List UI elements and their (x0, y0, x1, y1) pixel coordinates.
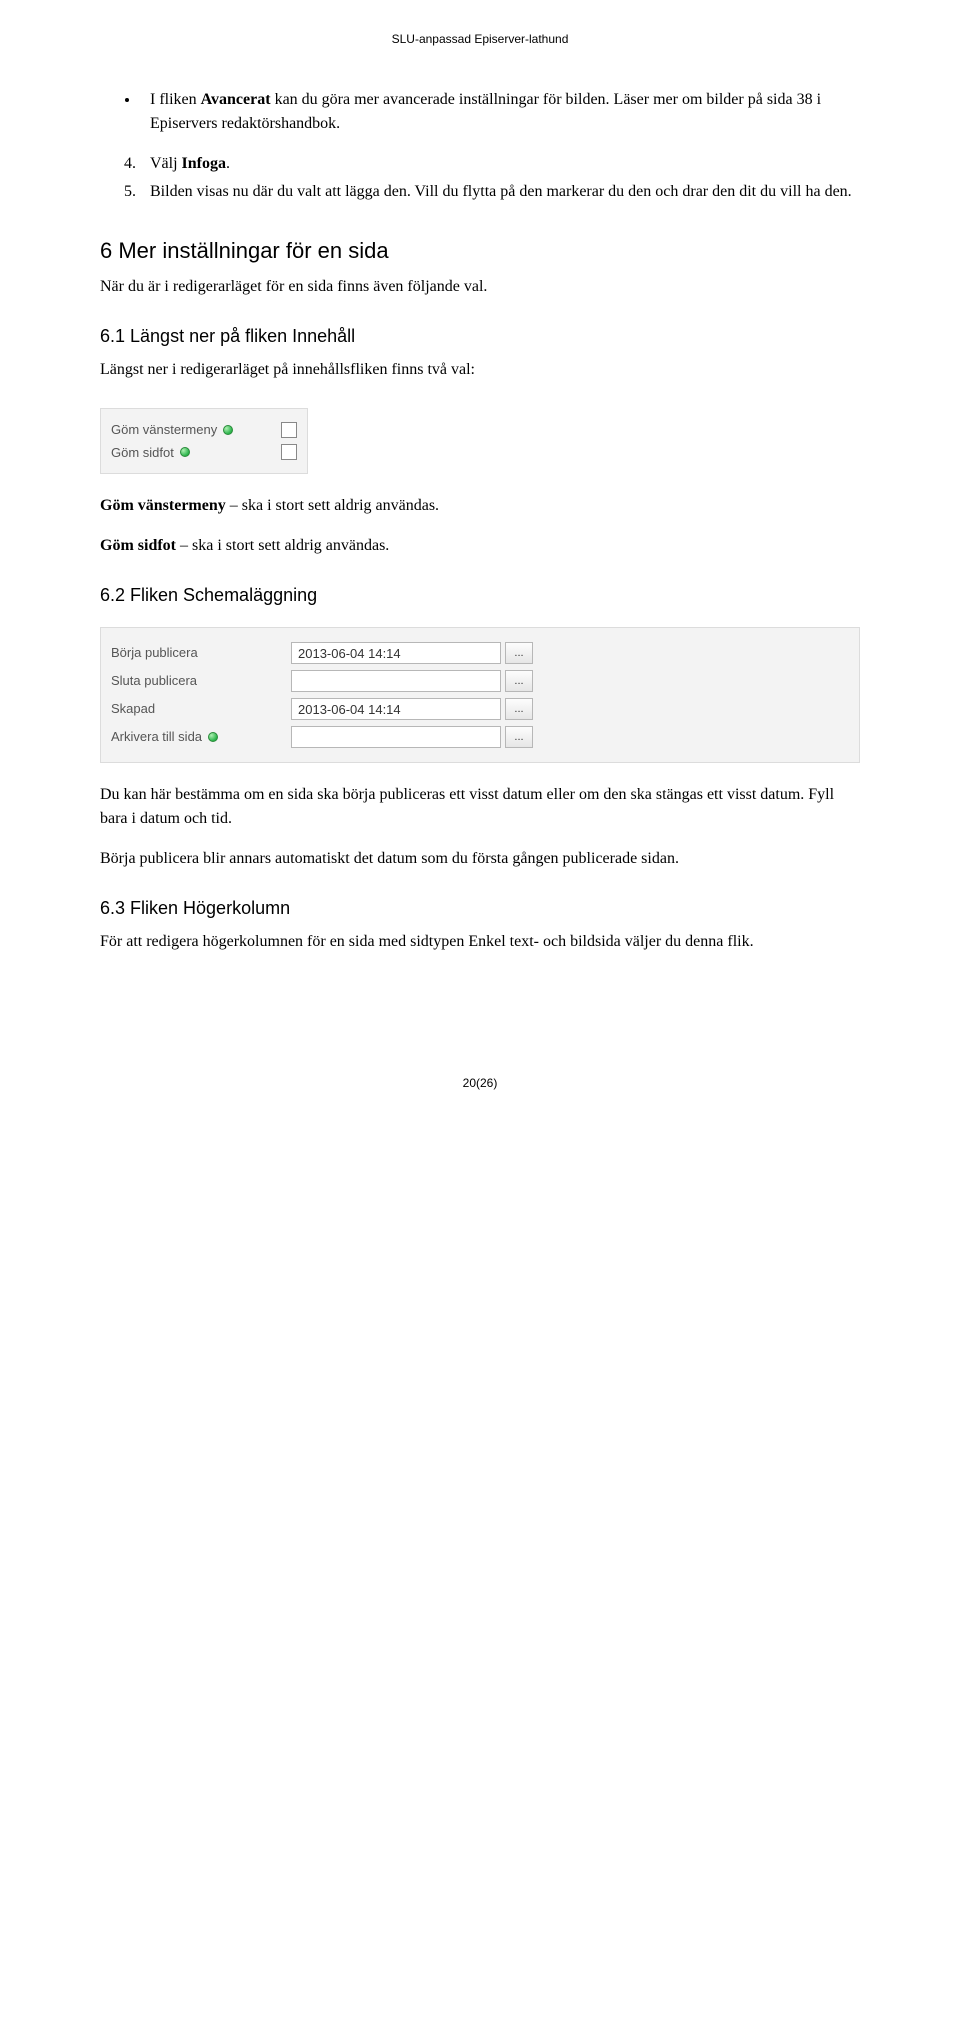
epi-label-vanstermeny: Göm vänstermeny (111, 420, 261, 440)
para-sidfot: Göm sidfot – ska i stort sett aldrig anv… (100, 534, 860, 558)
sched-label-skapad: Skapad (111, 699, 291, 719)
globe-icon (180, 447, 190, 457)
sched-input-sluta[interactable] (291, 670, 501, 692)
sched-row-arkivera: Arkivera till sida ... (111, 726, 849, 748)
sched-input-arkivera[interactable] (291, 726, 501, 748)
epi-label-text: Göm vänstermeny (111, 420, 217, 440)
epi-label-sidfot: Göm sidfot (111, 443, 261, 463)
bullet-text-pre: I fliken (150, 91, 201, 108)
sched-browse-button[interactable]: ... (505, 698, 533, 720)
sched-input-borja[interactable] (291, 642, 501, 664)
epi-screenshot-schemalaggning: Börja publicera ... Sluta publicera ... … (100, 627, 860, 763)
heading-6: 6 Mer inställningar för en sida (100, 234, 860, 267)
sched-label-borja: Börja publicera (111, 643, 291, 663)
sched-label-arkivera-text: Arkivera till sida (111, 727, 202, 747)
globe-icon (223, 425, 233, 435)
num-text-pre: Välj (150, 155, 182, 172)
bullet-item: I fliken Avancerat kan du göra mer avanc… (140, 88, 860, 136)
sched-label-sluta: Sluta publicera (111, 671, 291, 691)
epi-label-text: Göm sidfot (111, 443, 174, 463)
bullet-bold: Avancerat (201, 91, 271, 108)
text-sidfot-rest: – ska i stort sett aldrig användas. (176, 537, 389, 554)
bullet-list: I fliken Avancerat kan du göra mer avanc… (140, 88, 860, 136)
para-sched-1: Du kan här bestämma om en sida ska börja… (100, 783, 860, 831)
num-bold: Infoga (182, 155, 226, 172)
heading-6-3: 6.3 Fliken Högerkolumn (100, 895, 860, 922)
sched-row-skapad: Skapad ... (111, 698, 849, 720)
checkbox-sidfot[interactable] (281, 444, 297, 460)
page-number: 20(26) (100, 1074, 860, 1092)
heading-6-2: 6.2 Fliken Schemaläggning (100, 582, 860, 609)
document-header: SLU-anpassad Episerver-lathund (100, 30, 860, 48)
para-intro-6: När du är i redigerarläget för en sida f… (100, 275, 860, 299)
heading-6-1: 6.1 Längst ner på fliken Innehåll (100, 323, 860, 350)
text-vanstermeny-rest: – ska i stort sett aldrig användas. (226, 497, 439, 514)
numbered-item-5: Bilden visas nu där du valt att lägga de… (140, 180, 860, 204)
numbered-list: Välj Infoga. Bilden visas nu där du valt… (140, 152, 860, 204)
globe-icon (208, 732, 218, 742)
sched-input-skapad[interactable] (291, 698, 501, 720)
epi-row-sidfot: Göm sidfot (111, 443, 297, 463)
para-sched-2: Börja publicera blir annars automatiskt … (100, 847, 860, 871)
epi-row-vanstermeny: Göm vänstermeny (111, 420, 297, 440)
sched-label-arkivera: Arkivera till sida (111, 727, 291, 747)
bold-vanstermeny: Göm vänstermeny (100, 497, 226, 514)
sched-browse-button[interactable]: ... (505, 642, 533, 664)
sched-row-sluta: Sluta publicera ... (111, 670, 849, 692)
num-text-post: . (226, 155, 230, 172)
numbered-item-4: Välj Infoga. (140, 152, 860, 176)
checkbox-vanstermeny[interactable] (281, 422, 297, 438)
sched-browse-button[interactable]: ... (505, 670, 533, 692)
epi-screenshot-innehall: Göm vänstermeny Göm sidfot (100, 408, 308, 474)
para-6-1-intro: Längst ner i redigerarläget på innehålls… (100, 358, 860, 382)
para-6-3: För att redigera högerkolumnen för en si… (100, 930, 860, 954)
bold-sidfot: Göm sidfot (100, 537, 176, 554)
sched-browse-button[interactable]: ... (505, 726, 533, 748)
sched-row-borja: Börja publicera ... (111, 642, 849, 664)
para-vanstermeny: Göm vänstermeny – ska i stort sett aldri… (100, 494, 860, 518)
